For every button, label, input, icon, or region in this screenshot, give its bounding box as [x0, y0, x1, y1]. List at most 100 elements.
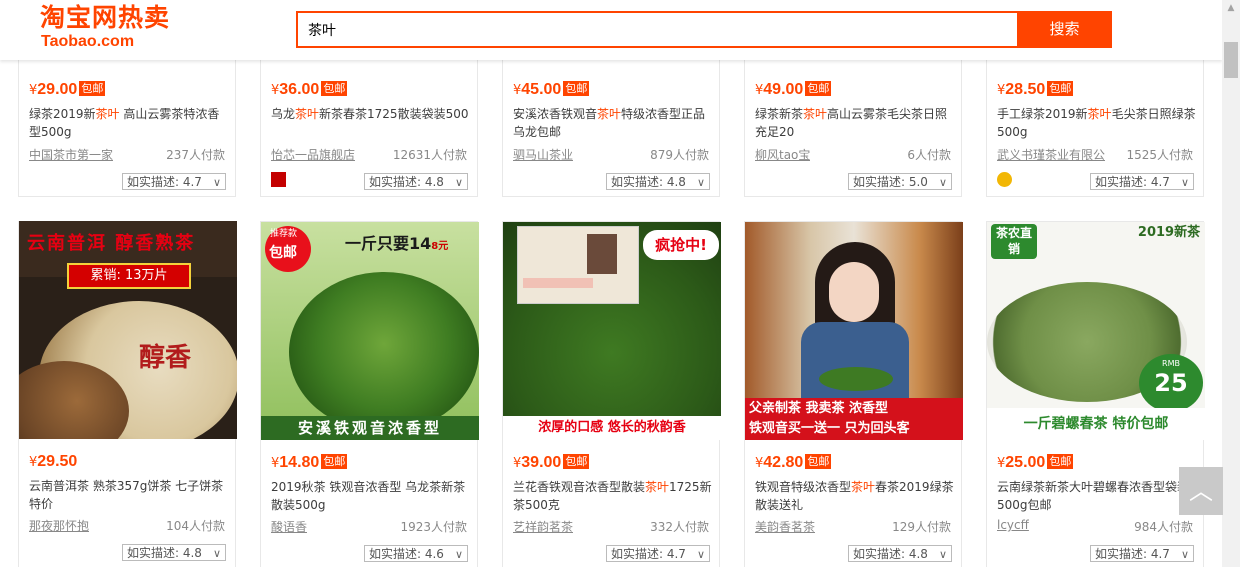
image-price: 25 [1154, 369, 1188, 397]
sales-count: 237人付款 [166, 148, 225, 162]
image-tag: 推荐款 [270, 229, 298, 239]
product-title[interactable]: 云南绿茶新茶大叶碧螺春浓香型袋装500g包邮 [997, 478, 1197, 514]
chevron-down-icon: ∨ [696, 548, 705, 561]
image-caption-2: 铁观音买一送一 只为回头客 [749, 421, 910, 436]
product-image[interactable]: 茶农直销 2019新茶 RMB 25 一斤碧螺春茶 特价包邮 [987, 222, 1205, 440]
product-title[interactable]: 绿茶新茶茶叶高山云雾茶毛尖茶日照充足20 [755, 105, 955, 141]
tmall-icon [271, 172, 286, 187]
shop-link[interactable]: lcycff [997, 518, 1029, 532]
rating-select[interactable]: 如实描述: 4.8 ∨ [364, 173, 468, 190]
search-button[interactable]: 搜索 [1017, 11, 1112, 48]
rating-select[interactable]: 如实描述: 4.7 ∨ [1090, 173, 1194, 190]
product-title[interactable]: 云南普洱茶 熟茶357g饼茶 七子饼茶 特价 [29, 477, 229, 513]
image-caption: 父亲制茶 我卖茶 浓香型 [749, 401, 889, 416]
product-image[interactable]: 疯抢中! 浓厚的口感 悠长的秋韵香 [503, 222, 721, 440]
sales-count: 332人付款 [650, 520, 709, 534]
taobao-logo[interactable]: 淘宝网热卖 [40, 2, 170, 34]
chevron-down-icon: ∨ [1180, 176, 1189, 189]
scroll-up-arrow-icon[interactable]: ▲ [1222, 0, 1240, 17]
taobao-logo-sub[interactable]: Taobao.com [41, 33, 134, 51]
shop-link[interactable]: 美韵香茗茶 [755, 518, 815, 535]
chevron-down-icon: ∨ [696, 176, 705, 189]
product-card[interactable]: 父亲制茶 我卖茶 浓香型 铁观音买一送一 只为回头客 ¥42.80 包邮 铁观音特… [744, 221, 963, 567]
rating-select[interactable]: 如实描述: 4.8 ∨ [122, 544, 226, 561]
product-title[interactable]: 安溪浓香铁观音茶叶特级浓香型正品乌龙包邮 [513, 105, 713, 141]
shop-link[interactable]: 酸语香 [271, 518, 307, 535]
product-title[interactable]: 手工绿茶2019新茶叶毛尖茶日照绿茶500g [997, 105, 1197, 141]
sales-count: 1525人付款 [1126, 148, 1193, 162]
shop-link[interactable]: 驷马山茶业 [513, 146, 573, 163]
product-card[interactable]: 云南普洱 醇香熟茶 累销: 13万片 醇香 ¥29.50 云南普洱茶 熟茶357… [18, 221, 237, 567]
chevron-down-icon: ∨ [938, 176, 947, 189]
price: ¥42.80 包邮 [755, 454, 832, 471]
product-card[interactable]: 疯抢中! 浓厚的口感 悠长的秋韵香 ¥39.00 包邮 兰花香铁观音浓香型散装茶叶… [502, 221, 721, 567]
chevron-down-icon: ∨ [212, 176, 221, 189]
sales-count: 984人付款 [1134, 520, 1193, 534]
rating-select[interactable]: 如实描述: 4.7 ∨ [122, 173, 226, 190]
price: ¥45.00 包邮 [513, 81, 590, 98]
top-header: 淘宝网热卖 Taobao.com 搜索 [0, 0, 1222, 60]
rating-select[interactable]: 如实描述: 4.6 ∨ [364, 545, 468, 562]
sales-count: 104人付款 [166, 519, 225, 533]
chevron-down-icon: ∨ [454, 548, 463, 561]
rating-select[interactable]: 如实描述: 4.7 ∨ [1090, 545, 1194, 562]
image-badge: 包邮 [269, 245, 297, 261]
image-badge: 茶农直销 [991, 224, 1037, 259]
price: ¥14.80 包邮 [271, 454, 348, 471]
image-badge: 累销: 13万片 [67, 263, 191, 289]
shop-link[interactable]: 武义书瑾茶业有限公 [997, 146, 1105, 163]
shop-link[interactable]: 柳风tao宝 [755, 146, 810, 163]
product-title[interactable]: 绿茶2019新茶叶 高山云雾茶特浓香型500g [29, 105, 229, 141]
chevron-down-icon: ∨ [212, 547, 221, 560]
product-grid: ¥29.00 包邮 绿茶2019新茶叶 高山云雾茶特浓香型500g 中国茶市第一家… [0, 0, 1222, 567]
price: ¥25.00 包邮 [997, 454, 1074, 471]
image-label: 醇香 [139, 343, 192, 373]
product-title[interactable]: 乌龙茶叶新茶春茶1725散装袋装500 [271, 105, 471, 123]
image-caption: 云南普洱 醇香熟茶 [27, 233, 196, 254]
price: ¥29.00 包邮 [29, 81, 106, 98]
shop-link[interactable]: 那夜那怀抱 [29, 517, 89, 534]
rating-select[interactable]: 如实描述: 4.8 ∨ [848, 545, 952, 562]
image-caption: 2019新茶 [1137, 225, 1201, 240]
sales-count: 129人付款 [892, 520, 951, 534]
product-title[interactable]: 铁观音特级浓香型茶叶春茶2019绿茶散装送礼 [755, 478, 955, 514]
product-image[interactable]: 推荐款 包邮 一斤只要148元 安溪铁观音浓香型 [261, 222, 479, 440]
search-box [296, 11, 1020, 48]
product-card[interactable]: 推荐款 包邮 一斤只要148元 安溪铁观音浓香型 ¥14.80 包邮 2019秋茶… [260, 221, 479, 567]
image-badge: 疯抢中! [643, 230, 719, 260]
chevron-down-icon: ∨ [454, 176, 463, 189]
image-caption-unit: 8元 [431, 241, 449, 252]
image-banner: 浓厚的口感 悠长的秋韵香 [503, 416, 721, 440]
shop-link[interactable]: 中国茶市第一家 [29, 146, 113, 163]
price: ¥39.00 包邮 [513, 454, 590, 471]
rating-select[interactable]: 如实描述: 5.0 ∨ [848, 173, 952, 190]
rating-select[interactable]: 如实描述: 4.8 ∨ [606, 173, 710, 190]
sales-count: 879人付款 [650, 148, 709, 162]
price: ¥36.00 包邮 [271, 81, 348, 98]
back-to-top-button[interactable]: ︿ [1179, 467, 1223, 515]
rating-select[interactable]: 如实描述: 4.7 ∨ [606, 545, 710, 562]
sales-count: 1923人付款 [400, 520, 467, 534]
scroll-thumb[interactable] [1224, 42, 1238, 78]
image-caption: 一斤只要14 [345, 234, 432, 253]
product-image[interactable]: 父亲制茶 我卖茶 浓香型 铁观音买一送一 只为回头客 [745, 222, 963, 440]
product-image[interactable]: 云南普洱 醇香熟茶 累销: 13万片 醇香 [19, 221, 237, 439]
sales-count: 6人付款 [907, 148, 951, 162]
product-card[interactable]: 茶农直销 2019新茶 RMB 25 一斤碧螺春茶 特价包邮 ¥25.00 包邮 … [986, 221, 1205, 567]
image-currency: RMB [1162, 359, 1180, 368]
price: ¥29.50 [29, 453, 78, 470]
price: ¥28.50 包邮 [997, 81, 1074, 98]
price: ¥49.00 包邮 [755, 81, 832, 98]
vertical-scrollbar[interactable]: ▲ [1222, 0, 1240, 567]
chevron-down-icon: ∨ [1180, 548, 1189, 561]
shop-link[interactable]: 怡芯一品旗舰店 [271, 146, 355, 163]
shop-link[interactable]: 艺祥韵茗茶 [513, 518, 573, 535]
product-title[interactable]: 兰花香铁观音浓香型散装茶叶1725新茶500克 [513, 478, 713, 514]
product-title[interactable]: 2019秋茶 铁观音浓香型 乌龙茶新茶散装500g [271, 478, 471, 514]
gold-crown-icon [997, 172, 1012, 187]
sales-count: 12631人付款 [392, 148, 467, 162]
image-banner: 安溪铁观音浓香型 [261, 416, 479, 440]
chevron-down-icon: ∨ [938, 548, 947, 561]
chevron-up-icon: ︿ [1189, 477, 1213, 505]
search-input[interactable] [298, 13, 1018, 46]
